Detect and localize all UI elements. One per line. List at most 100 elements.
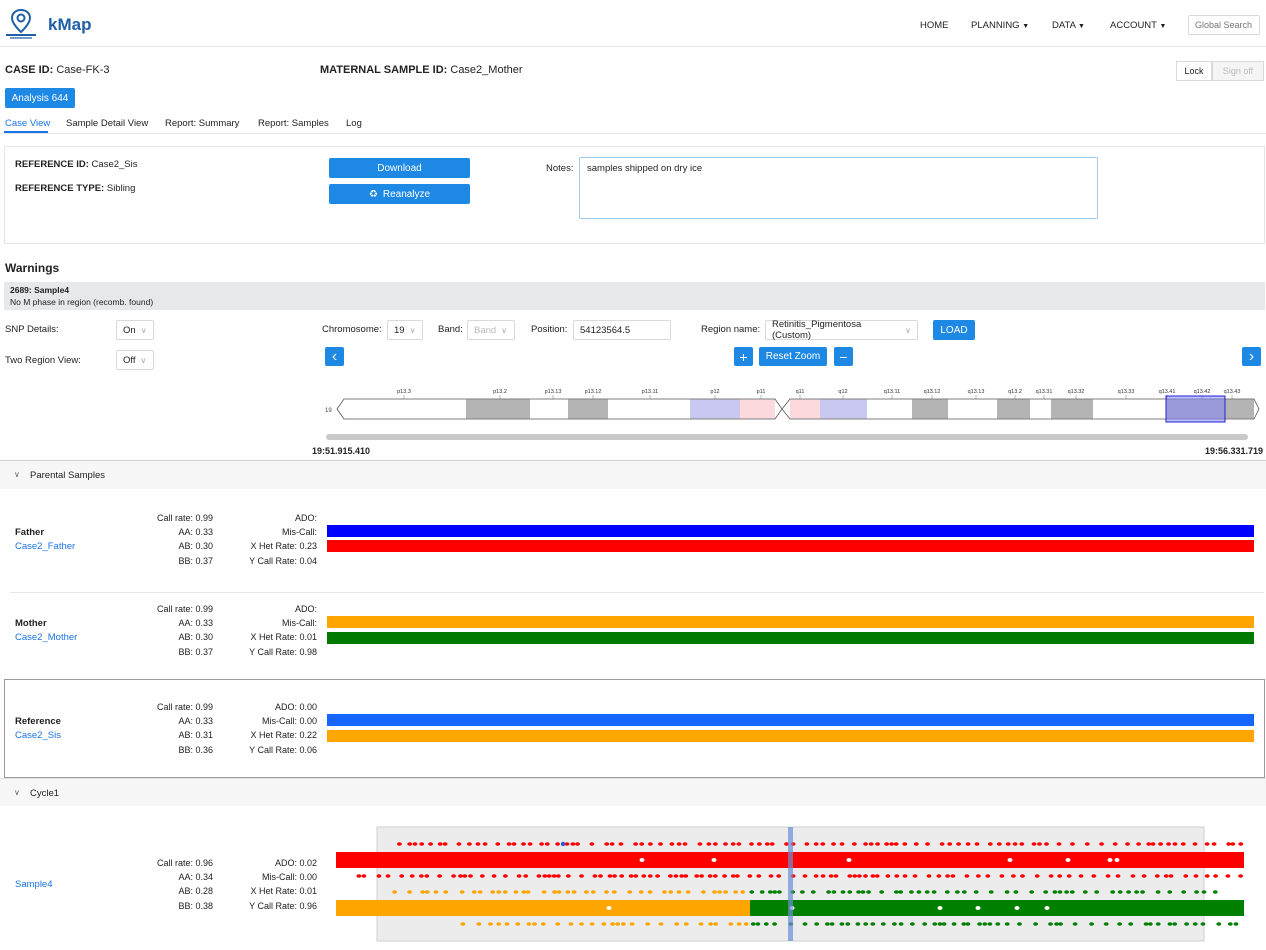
snp-dot [924,890,930,894]
stat: AB: 0.30 [178,541,213,552]
snp-dot [1114,858,1120,862]
app-name: kMap [48,15,92,34]
snp-dot [847,874,853,878]
snp-dot [1134,890,1139,894]
snp-dot [1150,842,1156,846]
snp-dot [777,890,782,894]
snp-dot [1154,874,1160,878]
snp-dot [955,890,960,894]
snp-dot [647,874,653,878]
logo[interactable]: kMap [6,8,106,40]
snp-dot [504,922,510,926]
snp-dot [1058,922,1063,926]
region-name-select[interactable]: Retinitis_Pigmentosa (Custom) ∨ [765,319,918,341]
snp-dot [525,890,531,894]
haplotype-bar-1 [327,525,1254,537]
snp-dot [697,842,703,846]
sample-link[interactable]: Case2_Sis [15,730,61,741]
snp-details-select[interactable]: On ∨ [116,320,154,340]
snp-dot [627,890,633,894]
snp-dot [1167,890,1173,894]
two-region-select[interactable]: Off ∨ [116,350,154,370]
nav-home[interactable]: HOME [920,20,949,31]
snp-dot [885,874,891,878]
notes-textarea[interactable]: samples shipped on dry ice [579,157,1098,219]
snp-dot [772,922,777,926]
snp-dot [1043,890,1049,894]
reanalyze-button[interactable]: ♻ Reanalyze [329,184,470,204]
snp-dot [756,874,762,878]
snp-dot [926,874,932,878]
snp-dot [1140,890,1145,894]
band-label: p13.2 [493,389,507,395]
snp-dot [610,922,615,926]
zoom-in-button[interactable]: + [734,347,753,366]
load-button[interactable]: LOAD [933,320,975,340]
chevron-down-icon: ∨ [140,355,147,365]
snp-dot [1183,874,1189,878]
next-region-button[interactable]: › [1242,347,1261,366]
snp-dot [1105,874,1111,878]
signoff-button[interactable]: Sign off [1212,61,1264,81]
snp-dot [880,922,886,926]
snp-dot [604,890,609,894]
snp-dot [1070,842,1075,846]
cycle-section-header[interactable]: ∨ Cycle1 [0,778,1266,806]
position-marker[interactable] [788,827,793,941]
snp-dot [913,842,919,846]
download-button[interactable]: Download [329,158,470,178]
snp-dot [1216,922,1222,926]
nav-planning[interactable]: PLANNING ▼ [971,20,1029,31]
stats-left: Call rate: 0.99 AA: 0.33 AB: 0.30 BB: 0.37 [140,511,213,568]
band-select[interactable]: Band ∨ [467,320,515,340]
stat: Y Call Rate: 0.98 [249,646,317,657]
snp-dot [1017,922,1022,926]
parental-section-header[interactable]: ∨ Parental Samples [0,461,1266,489]
nav-data[interactable]: DATA ▼ [1052,20,1085,31]
tab-report-samples[interactable]: Report: Samples [258,118,329,129]
tab-sample-detail-view[interactable]: Sample Detail View [66,118,148,129]
ideogram-scrollbar[interactable] [326,434,1248,440]
tab-report-summary[interactable]: Report: Summary [165,118,239,129]
chevron-down-icon: ∨ [14,788,20,797]
snp-dot [658,842,663,846]
snp-dot [755,922,761,926]
snp-dot [1099,842,1104,846]
snp-dot [1084,842,1090,846]
range-end-label: 19:56.331.719 [1205,446,1264,456]
reference-type-value: Sibling [106,183,136,194]
sample-link[interactable]: Sample4 [15,879,53,890]
reset-zoom-button[interactable]: Reset Zoom [759,347,827,366]
sample-link[interactable]: Case2_Father [15,541,75,552]
maternal-id-label: MATERNAL SAMPLE ID: [320,64,448,76]
tab-log[interactable]: Log [346,118,362,129]
snp-dot [708,922,713,926]
stat: Call rate: 0.99 [156,513,213,523]
global-search-input[interactable] [1188,15,1260,35]
snp-dot [740,890,746,894]
prev-region-button[interactable]: ‹ [325,347,344,366]
sample-link[interactable]: Case2_Mother [15,632,77,643]
chromosome-select[interactable]: 19 ∨ [387,320,423,340]
snp-dot [1048,874,1054,878]
ideogram-selection[interactable] [1165,395,1226,423]
snp-dot [546,874,552,878]
snp-haplotype-track[interactable] [330,826,1250,944]
tab-case-view[interactable]: Case View [5,118,50,129]
nav-account[interactable]: ACCOUNT ▼ [1110,20,1166,31]
chromosome-ideogram[interactable]: p13.3 p13.2 p13.13 p13.12 p13.11 p12 p11 q11 q12… [320,380,1265,428]
snp-dot [852,842,857,846]
snp-dot [894,874,900,878]
snp-dot [555,874,561,878]
position-input[interactable]: 54123564.5 [573,320,671,340]
warning-item-title: 2689: Sample4 [10,285,70,295]
lock-button[interactable]: Lock [1176,61,1212,81]
snp-dot [757,842,762,846]
zoom-out-button[interactable]: − [834,347,853,366]
snp-dot [977,922,982,926]
snp-dot [707,874,713,878]
caret-down-icon: ▼ [1078,23,1085,30]
snp-dot [385,874,391,878]
snp-dot [1103,922,1109,926]
analysis-button[interactable]: Analysis 644 [5,88,75,108]
